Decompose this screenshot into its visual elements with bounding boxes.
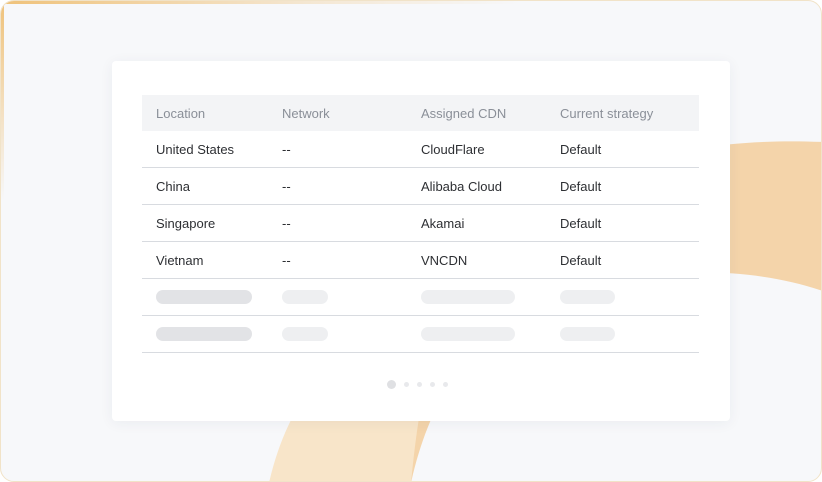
table-row[interactable]: United States -- CloudFlare Default [142, 131, 699, 168]
assigned-cdn-cell: Alibaba Cloud [407, 167, 546, 205]
pagination-dots [387, 380, 448, 389]
location-cell: Vietnam [142, 241, 268, 279]
cdn-assignment-table: Location Network Assigned CDN Current st… [142, 95, 699, 353]
skeleton-cell [142, 315, 268, 353]
current-strategy-cell: Default [546, 131, 699, 168]
skeleton-cell [546, 315, 699, 353]
skeleton-cell [546, 278, 699, 316]
table-header-row: Location Network Assigned CDN Current st… [142, 95, 699, 131]
skeleton-bar [156, 290, 252, 304]
network-cell: -- [268, 204, 407, 242]
skeleton-cell [407, 315, 546, 353]
current-strategy-cell: Default [546, 204, 699, 242]
skeleton-cell [268, 278, 407, 316]
skeleton-cell [142, 278, 268, 316]
table-row[interactable]: Vietnam -- VNCDN Default [142, 241, 699, 279]
skeleton-bar [282, 290, 328, 304]
location-cell: Singapore [142, 204, 268, 242]
skeleton-cell [268, 315, 407, 353]
page-dot-1[interactable] [387, 380, 396, 389]
current-strategy-cell: Default [546, 241, 699, 279]
assigned-cdn-cell: VNCDN [407, 241, 546, 279]
table-row[interactable]: Singapore -- Akamai Default [142, 204, 699, 242]
skeleton-bar [282, 327, 328, 341]
network-cell: -- [268, 131, 407, 168]
page-dot-2[interactable] [404, 382, 409, 387]
network-cell: -- [268, 167, 407, 205]
page-dot-5[interactable] [443, 382, 448, 387]
skeleton-bar [156, 327, 252, 341]
assigned-cdn-cell: Akamai [407, 204, 546, 242]
column-header-location[interactable]: Location [142, 95, 268, 131]
frame-accent-left [1, 1, 4, 201]
location-cell: United States [142, 131, 268, 168]
column-header-network[interactable]: Network [268, 95, 407, 131]
assigned-cdn-cell: CloudFlare [407, 131, 546, 168]
frame-accent-top [1, 1, 521, 4]
illustration-frame: Location Network Assigned CDN Current st… [0, 0, 822, 482]
location-cell: China [142, 167, 268, 205]
skeleton-bar [421, 327, 515, 341]
cdn-assignment-card: Location Network Assigned CDN Current st… [112, 61, 730, 421]
skeleton-bar [560, 327, 615, 341]
page-dot-3[interactable] [417, 382, 422, 387]
network-cell: -- [268, 241, 407, 279]
skeleton-cell [407, 278, 546, 316]
column-header-assigned-cdn[interactable]: Assigned CDN [407, 95, 546, 131]
skeleton-row [142, 278, 699, 316]
skeleton-bar [560, 290, 615, 304]
skeleton-bar [421, 290, 515, 304]
column-header-current-strategy[interactable]: Current strategy [546, 95, 699, 131]
page-dot-4[interactable] [430, 382, 435, 387]
table-row[interactable]: China -- Alibaba Cloud Default [142, 167, 699, 205]
current-strategy-cell: Default [546, 167, 699, 205]
skeleton-row [142, 315, 699, 353]
